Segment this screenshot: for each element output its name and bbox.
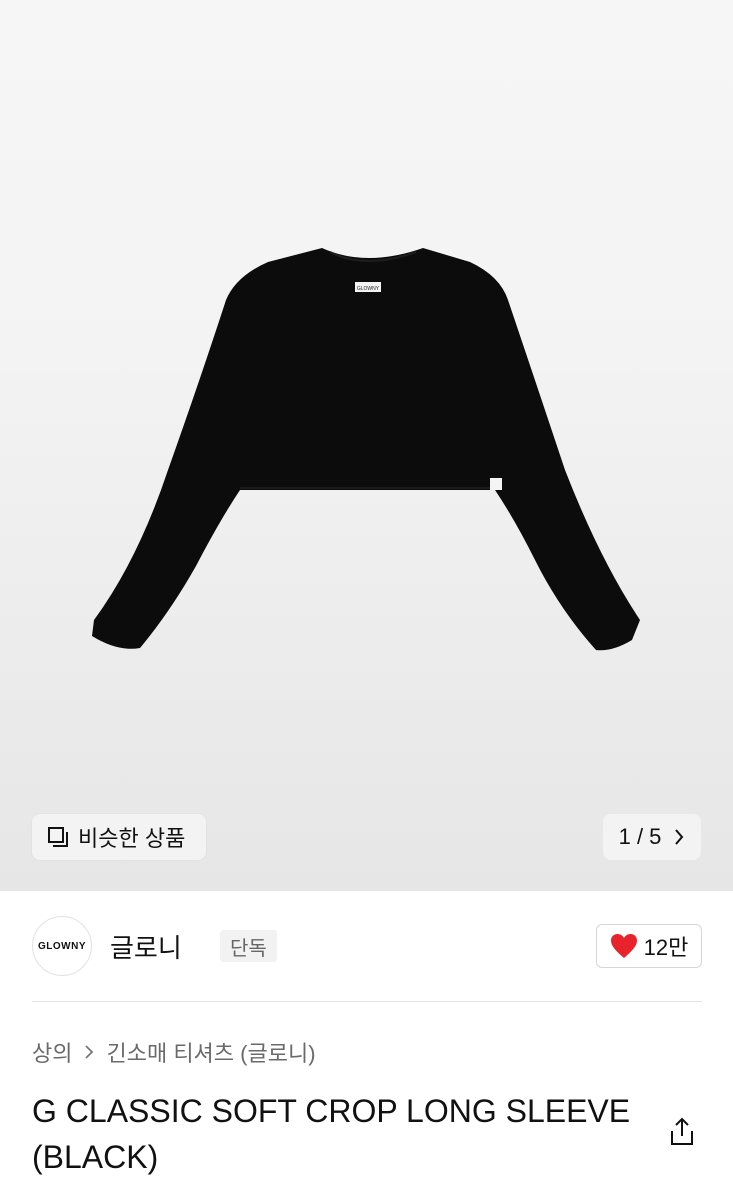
page-indicator-text: 1 / 5 <box>618 824 662 849</box>
divider <box>32 1001 702 1002</box>
image-page-indicator[interactable]: 1 / 5 <box>603 814 701 860</box>
sweater-shape <box>92 248 640 651</box>
heart-icon <box>610 934 637 958</box>
exclusive-badge: 단독 <box>220 930 277 962</box>
brand-row: GLOWNY 글로니 단독 12만 <box>32 916 702 976</box>
square-stack-icon <box>48 827 68 847</box>
chevron-right-icon <box>675 829 684 845</box>
similar-products-button[interactable]: 비슷한 상품 <box>32 814 206 860</box>
svg-text:GLOWNY: GLOWNY <box>357 286 380 292</box>
share-icon[interactable] <box>666 1116 698 1148</box>
like-count: 12만 <box>643 935 689 960</box>
breadcrumb-subcategory[interactable]: 긴소매 티셔츠 (글로니) <box>106 1036 315 1068</box>
breadcrumb: 상의 긴소매 티셔츠 (글로니) <box>32 1036 316 1068</box>
similar-products-label: 비슷한 상품 <box>78 826 186 851</box>
hem-tag <box>490 478 502 490</box>
chevron-right-icon <box>85 1045 94 1059</box>
brand-logo[interactable]: GLOWNY <box>32 916 92 976</box>
product-image-gallery[interactable]: GLOWNY 비슷한 상품 1 / 5 <box>0 0 733 891</box>
like-button[interactable]: 12만 <box>596 924 702 968</box>
brand-name[interactable]: 글로니 <box>110 928 182 965</box>
product-image: GLOWNY <box>92 248 640 651</box>
brand-logo-text: GLOWNY <box>38 940 86 952</box>
product-title: G CLASSIC SOFT CROP LONG SLEEVE (BLACK) <box>32 1093 631 1175</box>
breadcrumb-category[interactable]: 상의 <box>32 1036 72 1068</box>
